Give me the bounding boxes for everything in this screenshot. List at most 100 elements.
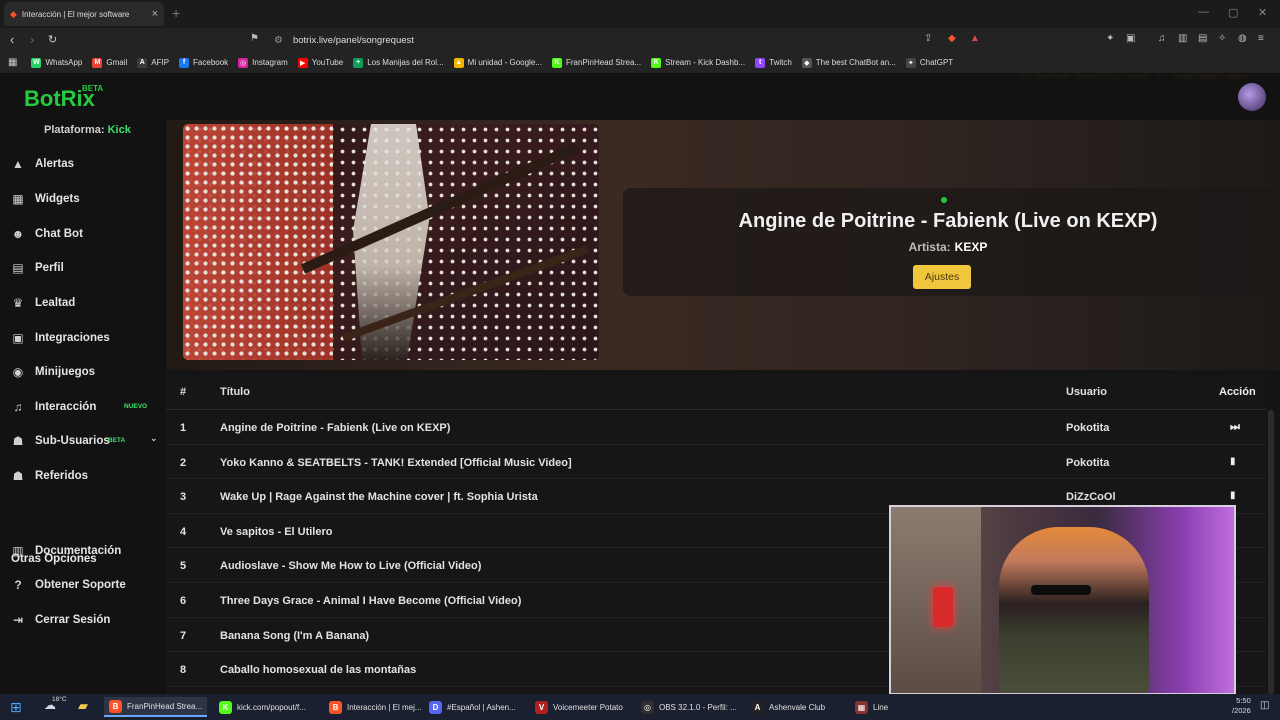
bookmark-item[interactable]: t Twitch	[755, 57, 792, 68]
taskbar-app[interactable]: B Interacción | El mej...	[324, 697, 427, 717]
trash-icon[interactable]: ▮	[1230, 490, 1236, 501]
sidebar-item-label: Referidos	[35, 470, 89, 482]
taskbar-app[interactable]: ▦ Line	[850, 697, 893, 717]
sidebar-item-lealtad[interactable]: ♛ Lealtad	[10, 293, 160, 313]
bookmark-item[interactable]: K Stream - Kick Dashb...	[651, 57, 746, 68]
header-user: Usuario	[1066, 386, 1107, 398]
taskbar-app-label: #Español | Ashen...	[447, 702, 516, 712]
sidebar-item-alertas[interactable]: ▲ Alertas	[10, 154, 160, 174]
chevron-down-icon[interactable]: ⌄	[150, 433, 158, 444]
sidebar-toggle-icon[interactable]: ▥	[1178, 33, 1187, 44]
table-header: # Título Usuario Acción	[166, 374, 1266, 410]
discord-icon: D	[429, 700, 442, 714]
system-clock[interactable]: 5:50 /2026	[1232, 696, 1251, 716]
sidebar: Plataforma: Kick ▲ Alertas ▦ Widgets ☻ Chat B…	[0, 120, 166, 694]
skip-icon[interactable]: ⏭	[1230, 421, 1240, 434]
share-icon[interactable]: ⇪	[924, 33, 932, 44]
sidebar-item-referidos[interactable]: ☗ Referidos	[10, 466, 160, 486]
voicemeeter-icon: V	[535, 700, 548, 714]
reload-icon[interactable]: ↻	[48, 33, 57, 46]
bookmark-item[interactable]: M Gmail	[92, 57, 127, 68]
address-bar[interactable]: ⚙ botrix.live/panel/songrequest	[268, 30, 988, 50]
row-number: 8	[180, 664, 187, 677]
sidebar-item-chat-bot[interactable]: ☻ Chat Bot	[10, 224, 160, 244]
settings-button[interactable]: Ajustes	[913, 265, 971, 289]
sidebar-item-label: Cerrar Sesión	[35, 614, 111, 626]
sidebar-item-minijuegos[interactable]: ◉ Minijuegos	[10, 362, 160, 382]
bookmark-icon[interactable]: ⚑	[250, 33, 259, 44]
bookmark-label: Stream - Kick Dashb...	[665, 58, 746, 67]
bookmark-item[interactable]: ◎ Instagram	[238, 57, 288, 68]
sidebar-item-obtener-soporte[interactable]: ? Obtener Soporte	[10, 575, 160, 595]
video-frame-guitar	[300, 142, 580, 274]
minimize-icon[interactable]: —	[1198, 6, 1209, 18]
bookmark-item[interactable]: W WhatsApp	[31, 57, 82, 68]
taskbar-app[interactable]: A Ashenvale Club	[746, 697, 830, 717]
bookmark-label: Facebook	[193, 58, 229, 67]
back-icon[interactable]: ‹	[10, 32, 14, 47]
chatgpt-icon: ✦	[905, 57, 916, 68]
apps-icon[interactable]: ▦	[8, 57, 17, 68]
bookmark-label: YouTube	[311, 58, 344, 67]
extension-icon[interactable]: ▣	[1126, 33, 1135, 44]
sidebar-item-widgets[interactable]: ▦ Widgets	[10, 189, 160, 209]
leo-icon[interactable]: ✧	[1218, 33, 1226, 44]
maximize-icon[interactable]: ▢	[1228, 6, 1238, 19]
taskbar-app-label: Ashenvale Club	[769, 702, 826, 712]
row-title: Caballo homosexual de las montañas	[220, 664, 417, 677]
start-icon[interactable]: ⊞	[10, 699, 22, 716]
sidebar-item-interaccion[interactable]: ♫ Interacción NUEVO	[10, 397, 160, 417]
users-icon: ☗	[12, 434, 24, 448]
window-close-icon[interactable]: ✕	[1258, 6, 1267, 19]
new-tab-icon[interactable]: +	[172, 5, 180, 21]
brave-rewards-icon[interactable]: ▲	[970, 33, 980, 44]
avatar[interactable]	[1238, 83, 1266, 111]
sidebar-item-cerrar-sesion[interactable]: ⇥ Cerrar Sesión	[10, 610, 160, 630]
video-player[interactable]	[183, 124, 599, 360]
bookmark-label: Twitch	[769, 58, 792, 67]
close-tab-icon[interactable]: ×	[152, 8, 158, 20]
bookmark-item[interactable]: A AFIP	[137, 57, 169, 68]
sidebar-item-documentacion[interactable]: ▥ Documentación	[10, 541, 160, 561]
bookmark-item[interactable]: ✦ ChatGPT	[905, 57, 953, 68]
bookmark-label: Instagram	[252, 58, 288, 67]
media-icon[interactable]: ♫	[1158, 33, 1166, 44]
bookmark-item[interactable]: f Facebook	[179, 57, 229, 68]
file-explorer-icon[interactable]: ▰	[78, 698, 88, 714]
site-settings-icon[interactable]: ⚙	[274, 35, 283, 46]
artist-label: Artista:	[908, 240, 951, 254]
ashenvale-icon: A	[751, 700, 764, 714]
notifications-icon[interactable]: ◫	[1260, 700, 1269, 711]
bookmark-item[interactable]: ▶ YouTube	[297, 57, 344, 68]
extensions-icon[interactable]: ✦	[1106, 33, 1114, 44]
browser-tab[interactable]: ◆ Interacción | El mejor software ×	[4, 2, 164, 26]
taskbar-app[interactable]: V Voicemeeter Potato	[530, 697, 628, 717]
vpn-icon[interactable]: ◍	[1238, 33, 1247, 44]
platform-indicator: Plataforma: Kick	[44, 124, 131, 136]
sidebar-item-integraciones[interactable]: ▣ Integraciones	[10, 328, 160, 348]
page-scrollbar[interactable]	[1268, 410, 1274, 694]
taskbar-app[interactable]: ◎ OBS 32.1.0 - Perfil: ...	[636, 697, 742, 717]
bookmark-item[interactable]: K FranPinHead Strea...	[551, 57, 641, 68]
sidebar-item-sub-usuarios[interactable]: ☗ Sub-Usuarios BETA ⌄	[10, 431, 160, 451]
sidebar-item-label: Sub-Usuarios	[35, 435, 110, 447]
referrals-icon: ☗	[12, 469, 24, 483]
sidebar-item-perfil[interactable]: ▤ Perfil	[10, 258, 160, 278]
url-text: botrix.live/panel/songrequest	[292, 34, 414, 46]
bookmark-item[interactable]: ◆ The best ChatBot an...	[801, 57, 896, 68]
taskbar-app[interactable]: D #Español | Ashen...	[424, 697, 521, 717]
weather-temp: 18°C	[52, 696, 67, 703]
taskbar-app[interactable]: B FranPinHead Strea...	[104, 697, 208, 717]
menu-icon[interactable]: ≡	[1258, 33, 1264, 44]
brave-shields-icon[interactable]: ◆	[948, 33, 956, 44]
taskbar-app[interactable]: Kkick.com/popout/f...	[214, 697, 311, 717]
bookmark-item[interactable]: + Los Manijas del Rol...	[353, 57, 444, 68]
bookmark-item[interactable]: ▲ Mi unidad - Google...	[453, 57, 542, 68]
row-user: DiZzCoOl	[1066, 491, 1116, 504]
forward-icon[interactable]: ›	[30, 32, 34, 47]
wallet-icon[interactable]: ▤	[1198, 33, 1207, 44]
browser-tab-bar: ◆ Interacción | El mejor software × + — …	[0, 0, 1280, 28]
trash-icon[interactable]: ▮	[1230, 456, 1236, 467]
app-icon: ▦	[855, 700, 868, 714]
video-frame-curtain	[183, 124, 333, 360]
